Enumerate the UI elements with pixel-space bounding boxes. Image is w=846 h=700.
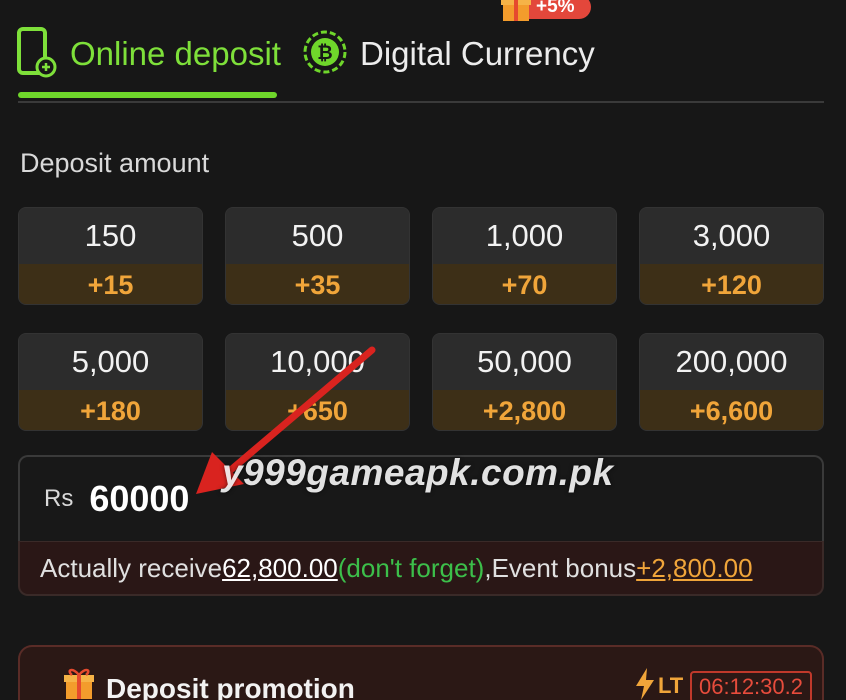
event-bonus-amount: +2,800.00 bbox=[636, 552, 753, 583]
watermark: y999gameapk.com.pk bbox=[222, 452, 614, 493]
amount-bonus: +35 bbox=[226, 264, 409, 304]
amount-option[interactable]: 500 +35 bbox=[225, 207, 410, 305]
event-bonus-label: Event bonus bbox=[491, 552, 637, 583]
receive-note: (don't forget) bbox=[337, 552, 485, 583]
amount-options: 150 +15 500 +35 1,000 +70 3,000 +120 5,000 +1… bbox=[18, 207, 826, 431]
amount-value: 3,000 bbox=[640, 208, 823, 264]
amount-value: 500 bbox=[226, 208, 409, 264]
amount-option[interactable]: 150 +15 bbox=[18, 207, 203, 305]
deposit-amount-label: Deposit amount bbox=[20, 148, 210, 178]
lightning-icon bbox=[634, 667, 656, 700]
amount-input-value[interactable]: 60000 bbox=[89, 478, 189, 520]
amount-bonus: +180 bbox=[19, 390, 202, 430]
amount-value: 50,000 bbox=[433, 334, 616, 390]
phone-icon bbox=[16, 26, 58, 83]
amount-option[interactable]: 5,000 +180 bbox=[18, 333, 203, 431]
promotion-countdown: 06:12:30.2 bbox=[690, 671, 812, 700]
amount-option[interactable]: 10,000 +650 bbox=[225, 333, 410, 431]
gift-icon bbox=[62, 667, 96, 700]
bitcoin-icon: ₿ bbox=[302, 29, 348, 80]
lt-badge: LT bbox=[634, 667, 684, 700]
deposit-promotion-title: Deposit promotion bbox=[106, 673, 355, 700]
amount-bonus: +2,800 bbox=[433, 390, 616, 430]
tab-digital-currency[interactable]: ₿ Digital Currency bbox=[302, 24, 595, 84]
lt-badge-text: LT bbox=[658, 673, 684, 698]
amount-value: 200,000 bbox=[640, 334, 823, 390]
amount-option[interactable]: 50,000 +2,800 bbox=[432, 333, 617, 431]
promo-badge-text: +5% bbox=[526, 0, 591, 19]
amount-bonus: +70 bbox=[433, 264, 616, 304]
amount-option[interactable]: 200,000 +6,600 bbox=[639, 333, 824, 431]
tab-divider bbox=[18, 101, 824, 103]
active-tab-underline bbox=[18, 92, 277, 98]
amount-value: 1,000 bbox=[433, 208, 616, 264]
amount-option[interactable]: 1,000 +70 bbox=[432, 207, 617, 305]
amount-value: 150 bbox=[19, 208, 202, 264]
amount-option[interactable]: 3,000 +120 bbox=[639, 207, 824, 305]
promo-badge: +5% bbox=[500, 0, 591, 23]
currency-label: Rs bbox=[44, 485, 74, 512]
amount-value: 10,000 bbox=[226, 334, 409, 390]
amount-bonus: +15 bbox=[19, 264, 202, 304]
tab-digital-currency-label: Digital Currency bbox=[360, 35, 595, 72]
gift-icon bbox=[500, 0, 532, 23]
receive-amount: 62,800.00 bbox=[222, 552, 338, 583]
svg-text:₿: ₿ bbox=[317, 42, 332, 64]
deposit-promotion-panel[interactable]: Deposit promotion LT 06:12:30.2 bbox=[18, 645, 824, 700]
amount-bonus: +650 bbox=[226, 390, 409, 430]
receive-label: Actually receive bbox=[40, 552, 223, 583]
tab-online-deposit[interactable]: Online deposit bbox=[16, 24, 281, 84]
tab-online-deposit-label: Online deposit bbox=[70, 35, 281, 72]
deposit-tabs: Online deposit ₿ Digital Currency +5% bbox=[0, 0, 846, 106]
amount-bonus: +6,600 bbox=[640, 390, 823, 430]
amount-value: 5,000 bbox=[19, 334, 202, 390]
receive-separator: , bbox=[484, 552, 492, 583]
amount-bonus: +120 bbox=[640, 264, 823, 304]
receive-summary: Actually receive 62,800.00 (don't forget),… bbox=[18, 541, 824, 596]
